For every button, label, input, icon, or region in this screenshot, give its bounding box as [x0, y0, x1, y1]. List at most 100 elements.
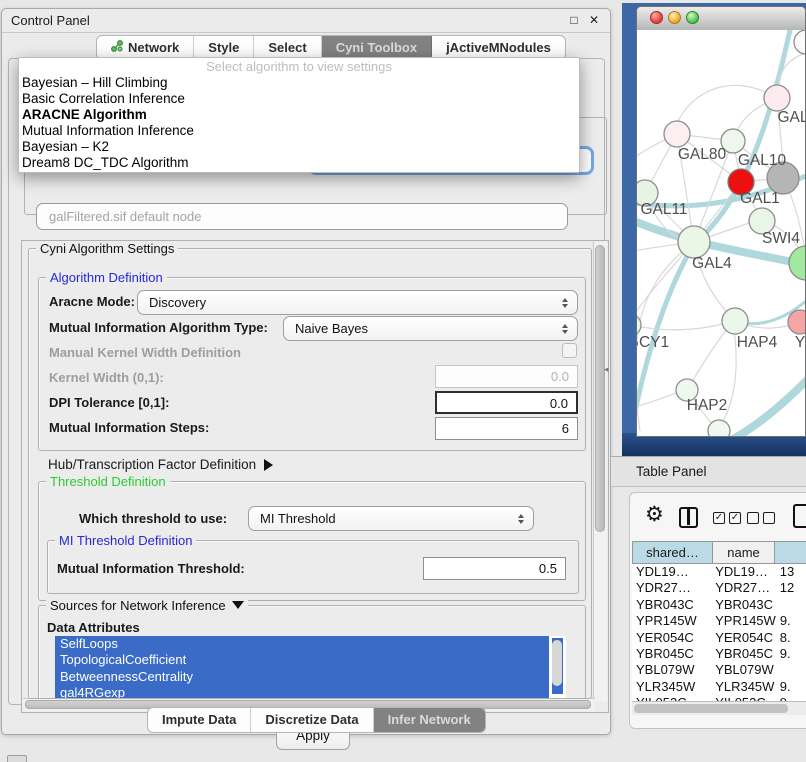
bottom-left-button[interactable] — [7, 755, 27, 762]
node-label: GAL4 — [692, 255, 732, 272]
mi-threshold-label: Mutual Information Threshold: — [57, 561, 245, 576]
node-pink-partial[interactable] — [788, 310, 806, 334]
split-columns-icon[interactable] — [679, 507, 698, 528]
tab-network[interactable]: Network — [97, 36, 194, 59]
threshold-definition-group: Threshold Definition Which threshold to … — [38, 481, 586, 601]
float-window-icon[interactable]: □ — [566, 12, 582, 28]
minimize-traffic-light-icon[interactable] — [668, 11, 681, 24]
tab-select[interactable]: Select — [254, 36, 321, 59]
bottom-tabs: Impute Data Discretize Data Infer Networ… — [147, 707, 486, 733]
list-item[interactable]: gal4RGexp — [55, 685, 549, 698]
node-unlabeled[interactable] — [794, 30, 806, 54]
table-row[interactable]: YDR27…YDR27…12 — [632, 580, 806, 596]
close-window-icon[interactable]: ✕ — [586, 12, 602, 28]
settings-scroll-pane: Cyni Algorithm Settings Algorithm Defini… — [21, 240, 609, 713]
gear-icon[interactable]: ⚙ — [645, 504, 664, 526]
cell: 9. — [776, 613, 806, 629]
list-scrollbar[interactable] — [552, 638, 563, 694]
network-window-titlebar[interactable] — [637, 7, 805, 31]
table-row[interactable]: YBR045CYBR045C9. — [632, 646, 806, 662]
document-icon[interactable] — [793, 504, 806, 528]
table-rows[interactable]: YDL19…YDL19…13 YDR27…YDR27…12 YBR043CYBR… — [632, 564, 806, 701]
cell: 12 — [776, 580, 806, 596]
node-gal-partial[interactable] — [764, 85, 790, 111]
cell: 13 — [776, 564, 806, 580]
mi-threshold-field[interactable]: 0.5 — [423, 557, 566, 580]
tab-select-label: Select — [268, 37, 306, 59]
network-canvas[interactable]: GAL GAL80 GAL10 GAL1 GAL11 SWI4 GAL4 GCY… — [637, 30, 806, 437]
dropdown-item[interactable]: Bayesian – Hill Climbing — [19, 75, 579, 91]
table-row[interactable]: YER054CYER054C8. — [632, 630, 806, 646]
tab-discretize-data[interactable]: Discretize Data — [251, 708, 373, 732]
table-panel-title: Table Panel — [636, 464, 707, 479]
cell — [776, 662, 806, 678]
node-gal4[interactable] — [678, 226, 710, 258]
dropdown-item[interactable]: Mutual Information Inference — [19, 123, 579, 139]
network-tab-icon — [111, 37, 123, 59]
threshold-definition-title: Threshold Definition — [46, 474, 170, 489]
cell: YDR27… — [713, 580, 776, 596]
cell: YBR045C — [713, 646, 776, 662]
table-row[interactable]: YBL079WYBL079W — [632, 662, 806, 678]
list-item[interactable]: SelfLoops — [55, 636, 549, 652]
hub-definition-expander[interactable]: Hub/Transcription Factor Definition — [48, 457, 273, 472]
node-label: SWI4 — [762, 230, 800, 247]
table-row[interactable]: YBR043CYBR043C — [632, 597, 806, 613]
which-threshold-label: Which threshold to use: — [79, 511, 227, 526]
unchecked-checkbox-icon[interactable] — [747, 512, 759, 524]
tab-infer-network[interactable]: Infer Network — [374, 708, 485, 732]
tab-jactivemnodules[interactable]: jActiveMNodules — [432, 36, 565, 59]
list-item[interactable]: BetweennessCentrality — [55, 669, 549, 685]
table-row[interactable]: YPR145WYPR145W9. — [632, 613, 806, 629]
tab-cyni-toolbox[interactable]: Cyni Toolbox — [322, 36, 432, 59]
network-source-combo[interactable]: galFiltered.sif default node — [36, 203, 568, 230]
dpi-tolerance-field[interactable]: 0.0 — [435, 391, 578, 414]
cell: YLR345W — [632, 679, 713, 695]
node-hap4[interactable] — [722, 308, 748, 334]
list-item[interactable]: TopologicalCoefficient — [55, 652, 549, 668]
checked-checkbox-icon[interactable]: ✓ — [713, 512, 725, 524]
stepper-icon — [557, 324, 573, 334]
mi-algorithm-type-combo[interactable]: Naive Bayes — [283, 316, 578, 341]
vertical-scrollbar[interactable] — [593, 242, 607, 701]
cell: 8. — [776, 630, 806, 646]
dropdown-header: Select algorithm to view settings — [19, 58, 579, 75]
vertical-scrollbar-thumb[interactable] — [595, 245, 605, 532]
aracne-mode-combo[interactable]: Discovery — [137, 290, 578, 315]
mi-threshold-definition-title: MI Threshold Definition — [55, 533, 196, 548]
unchecked-checkbox-icon[interactable] — [763, 512, 775, 524]
list-scrollbar-thumb[interactable] — [552, 640, 562, 686]
table-horizontal-scrollbar[interactable] — [632, 701, 806, 715]
dropdown-item[interactable]: Dream8 DC_TDC Algorithm — [19, 155, 579, 171]
checked-checkbox-icon[interactable]: ✓ — [729, 512, 741, 524]
panel-divider-handle[interactable]: ◂ — [604, 364, 609, 375]
tab-impute-data[interactable]: Impute Data — [148, 708, 251, 732]
cell: YER054C — [632, 630, 713, 646]
column-header-shared[interactable]: shared… — [632, 541, 713, 564]
mi-steps-field[interactable]: 6 — [435, 417, 578, 440]
data-attributes-list[interactable]: SelfLoops TopologicalCoefficient Between… — [55, 636, 566, 698]
table-horizontal-scrollbar-thumb[interactable] — [634, 704, 788, 713]
sources-title[interactable]: Sources for Network Inference — [46, 598, 248, 613]
expand-right-icon — [264, 459, 273, 471]
cell: YPR145W — [632, 613, 713, 629]
kernel-width-field[interactable]: 0.0 — [435, 365, 578, 388]
node-green-partial[interactable] — [789, 246, 806, 280]
which-threshold-combo[interactable]: MI Threshold — [248, 506, 534, 531]
dropdown-item-selected[interactable]: ARACNE Algorithm — [19, 107, 579, 123]
mi-algorithm-type-label: Mutual Information Algorithm Type: — [49, 320, 268, 335]
node-bottom-partial[interactable] — [708, 420, 730, 437]
close-traffic-light-icon[interactable] — [650, 11, 663, 24]
zoom-traffic-light-icon[interactable] — [686, 11, 699, 24]
cyni-algorithm-settings-group: Cyni Algorithm Settings Algorithm Defini… — [28, 248, 592, 699]
table-row[interactable]: YDL19…YDL19…13 — [632, 564, 806, 580]
dropdown-item[interactable]: Basic Correlation Inference — [19, 91, 579, 107]
tab-network-label: Network — [128, 37, 179, 59]
column-header-partial[interactable] — [775, 541, 806, 564]
column-header-name[interactable]: name — [713, 541, 775, 564]
node-gal80[interactable] — [664, 121, 690, 147]
dropdown-item[interactable]: Bayesian – K2 — [19, 139, 579, 155]
tab-style[interactable]: Style — [194, 36, 254, 59]
table-row[interactable]: YLR345WYLR345W9. — [632, 679, 806, 695]
manual-kernel-width-checkbox[interactable] — [562, 343, 577, 358]
